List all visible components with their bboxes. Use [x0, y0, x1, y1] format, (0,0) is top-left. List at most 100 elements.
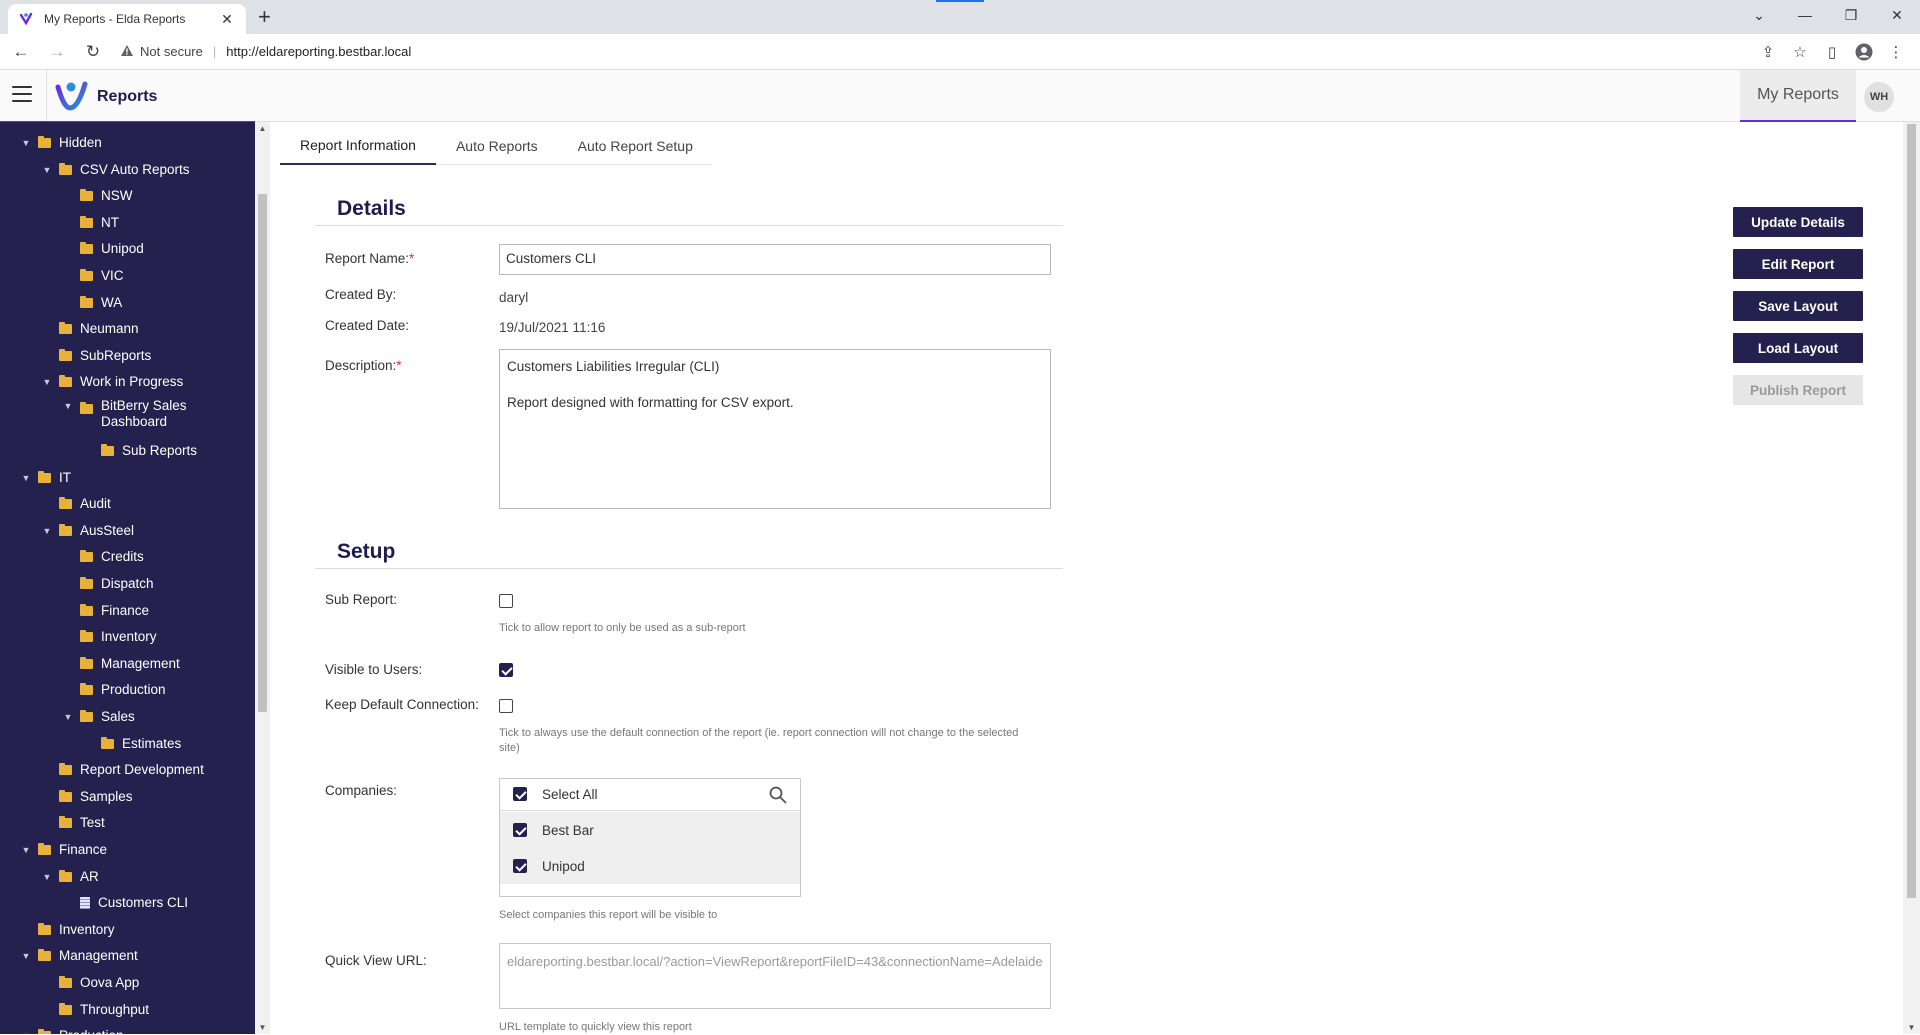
- sidebar-folder-item[interactable]: Oova App: [41, 972, 139, 994]
- bookmark-star-icon[interactable]: ☆: [1784, 37, 1816, 67]
- sidebar-folder-item[interactable]: Estimates: [83, 733, 181, 755]
- sidebar-folder-item[interactable]: Finance: [62, 600, 149, 622]
- visible-to-users-checkbox[interactable]: [499, 663, 513, 677]
- company-checkbox[interactable]: [513, 823, 527, 837]
- sub-report-checkbox[interactable]: [499, 594, 513, 608]
- address-separator: |: [212, 44, 217, 59]
- expand-caret-icon[interactable]: ▼: [41, 165, 53, 175]
- sidebar-folder-item[interactable]: ▼ Management: [20, 945, 138, 967]
- sidebar-folder-item[interactable]: Throughput: [41, 999, 149, 1021]
- companies-label: Companies:: [325, 783, 398, 798]
- sidebar-folder-item[interactable]: ▼ CSV Auto Reports: [41, 159, 190, 181]
- tab-auto-reports[interactable]: Auto Reports: [436, 127, 558, 164]
- main-scrollbar[interactable]: ▼: [1903, 122, 1920, 1034]
- sidebar-folder-item[interactable]: Inventory: [20, 919, 115, 941]
- nav-my-reports[interactable]: My Reports: [1740, 70, 1856, 122]
- sidebar-folder-item[interactable]: Report Development: [41, 759, 204, 781]
- keep-default-connection-checkbox[interactable]: [499, 699, 513, 713]
- company-checkbox[interactable]: [513, 859, 527, 873]
- reload-icon[interactable]: ↻: [78, 37, 108, 67]
- back-arrow-icon[interactable]: ←: [6, 37, 36, 67]
- sidebar-folder-item[interactable]: Production: [62, 679, 166, 701]
- user-avatar[interactable]: WH: [1864, 82, 1894, 112]
- browser-menu-icon[interactable]: ⋮: [1880, 37, 1912, 67]
- sidebar-folder-item[interactable]: Dispatch: [62, 573, 154, 595]
- company-item[interactable]: Best Bar: [500, 812, 800, 848]
- expand-caret-icon[interactable]: ▼: [20, 138, 32, 148]
- sidebar-folder-item[interactable]: Neumann: [41, 318, 139, 340]
- select-all-checkbox[interactable]: [513, 787, 527, 801]
- minimize-button[interactable]: —: [1782, 0, 1828, 30]
- browser-tab[interactable]: My Reports - Elda Reports ✕: [8, 4, 246, 34]
- search-icon[interactable]: [768, 785, 788, 805]
- sidebar-folder-item[interactable]: ▼ AusSteel: [41, 520, 135, 542]
- sidebar-folder-item[interactable]: Unipod: [62, 238, 144, 260]
- sidebar-folder-item[interactable]: ▼ Sales: [62, 706, 135, 728]
- quick-view-url-field[interactable]: eldareporting.bestbar.local/?action=View…: [499, 943, 1051, 1009]
- expand-caret-icon[interactable]: ▼: [41, 526, 53, 536]
- sidebar-folder-item[interactable]: VIC: [62, 265, 124, 287]
- sidebar-folder-item[interactable]: ▼Production: [20, 1025, 124, 1034]
- share-icon[interactable]: ⇪: [1752, 37, 1784, 67]
- sidebar-folder-item[interactable]: ▼ Hidden: [20, 132, 102, 154]
- sidebar-folder-item[interactable]: ▼ BitBerry Sales Dashboard: [62, 398, 211, 434]
- folder-icon: [59, 816, 72, 829]
- expand-caret-icon[interactable]: ▼: [62, 712, 74, 722]
- description-textarea[interactable]: Customers Liabilities Irregular (CLI) Re…: [499, 349, 1051, 509]
- sidebar-folder-item[interactable]: Samples: [41, 786, 133, 808]
- tab-search-icon[interactable]: ⌄: [1736, 0, 1782, 30]
- forward-arrow-icon[interactable]: →: [42, 37, 72, 67]
- sidebar-item-label: Production: [59, 1028, 124, 1034]
- new-tab-button[interactable]: +: [258, 6, 271, 28]
- sidebar-folder-item[interactable]: Sub Reports: [83, 440, 197, 462]
- sidebar-folder-item[interactable]: Inventory: [62, 626, 157, 648]
- update-details-button[interactable]: Update Details: [1733, 207, 1863, 237]
- visible-to-users-label: Visible to Users:: [325, 662, 423, 677]
- address-bar[interactable]: Not secure | http://eldareporting.bestba…: [120, 38, 411, 66]
- hamburger-menu-icon[interactable]: [12, 86, 32, 102]
- sidebar-folder-item[interactable]: Management: [62, 653, 180, 675]
- sidebar-scrollbar[interactable]: ▲ ▼: [255, 122, 270, 1034]
- main-scroll-thumb[interactable]: [1907, 124, 1916, 898]
- sidebar-folder-item[interactable]: Audit: [41, 493, 111, 515]
- tab-auto-report-setup[interactable]: Auto Report Setup: [558, 127, 713, 164]
- sidebar-folder-item[interactable]: Test: [41, 812, 105, 834]
- expand-caret-icon[interactable]: ▼: [62, 401, 74, 411]
- publish-report-button[interactable]: Publish Report: [1733, 375, 1863, 405]
- profile-icon[interactable]: [1848, 37, 1880, 67]
- expand-caret-icon[interactable]: ▼: [20, 473, 32, 483]
- side-panel-icon[interactable]: ▯: [1816, 37, 1848, 67]
- scroll-up-arrow-icon[interactable]: ▲: [255, 124, 270, 133]
- sidebar-folder-item[interactable]: WA: [62, 292, 122, 314]
- load-layout-button[interactable]: Load Layout: [1733, 333, 1863, 363]
- main-scroll-down-arrow-icon[interactable]: ▼: [1903, 1023, 1920, 1032]
- sidebar-folder-item[interactable]: ▼ Work in Progress: [41, 371, 184, 393]
- save-layout-button[interactable]: Save Layout: [1733, 291, 1863, 321]
- sidebar-folder-item[interactable]: SubReports: [41, 345, 151, 367]
- close-window-button[interactable]: ✕: [1874, 0, 1920, 30]
- tab-report-information[interactable]: Report Information: [280, 127, 436, 165]
- tabstrip-indicator: [936, 0, 984, 2]
- folder-icon: [80, 215, 93, 228]
- edit-report-button[interactable]: Edit Report: [1733, 249, 1863, 279]
- restore-button[interactable]: ❐: [1828, 0, 1874, 30]
- folder-icon: [38, 922, 51, 935]
- sidebar-folder-item[interactable]: ▼ Finance: [20, 839, 108, 861]
- sidebar-folder-item[interactable]: NSW: [62, 185, 133, 207]
- tab-close-icon[interactable]: ✕: [218, 11, 236, 28]
- expand-caret-icon[interactable]: ▼: [20, 845, 32, 855]
- url-text[interactable]: http://eldareporting.bestbar.local: [226, 44, 411, 59]
- sidebar-report-item[interactable]: Customers CLI: [62, 892, 188, 914]
- sidebar-folder-item[interactable]: ▼ IT: [20, 467, 71, 489]
- expand-caret-icon[interactable]: ▼: [41, 377, 53, 387]
- sidebar-folder-item[interactable]: Credits: [62, 546, 144, 568]
- expand-caret-icon[interactable]: ▼: [20, 951, 32, 961]
- sidebar-item-label: Finance: [101, 602, 150, 618]
- sidebar-folder-item[interactable]: ▼ AR: [41, 866, 99, 888]
- company-item[interactable]: Unipod: [500, 848, 800, 884]
- expand-caret-icon[interactable]: ▼: [41, 872, 53, 882]
- report-name-field[interactable]: Customers CLI: [499, 244, 1051, 275]
- scroll-down-arrow-icon[interactable]: ▼: [255, 1023, 270, 1032]
- sidebar-folder-item[interactable]: NT: [62, 212, 119, 234]
- sidebar-scroll-thumb[interactable]: [258, 194, 267, 712]
